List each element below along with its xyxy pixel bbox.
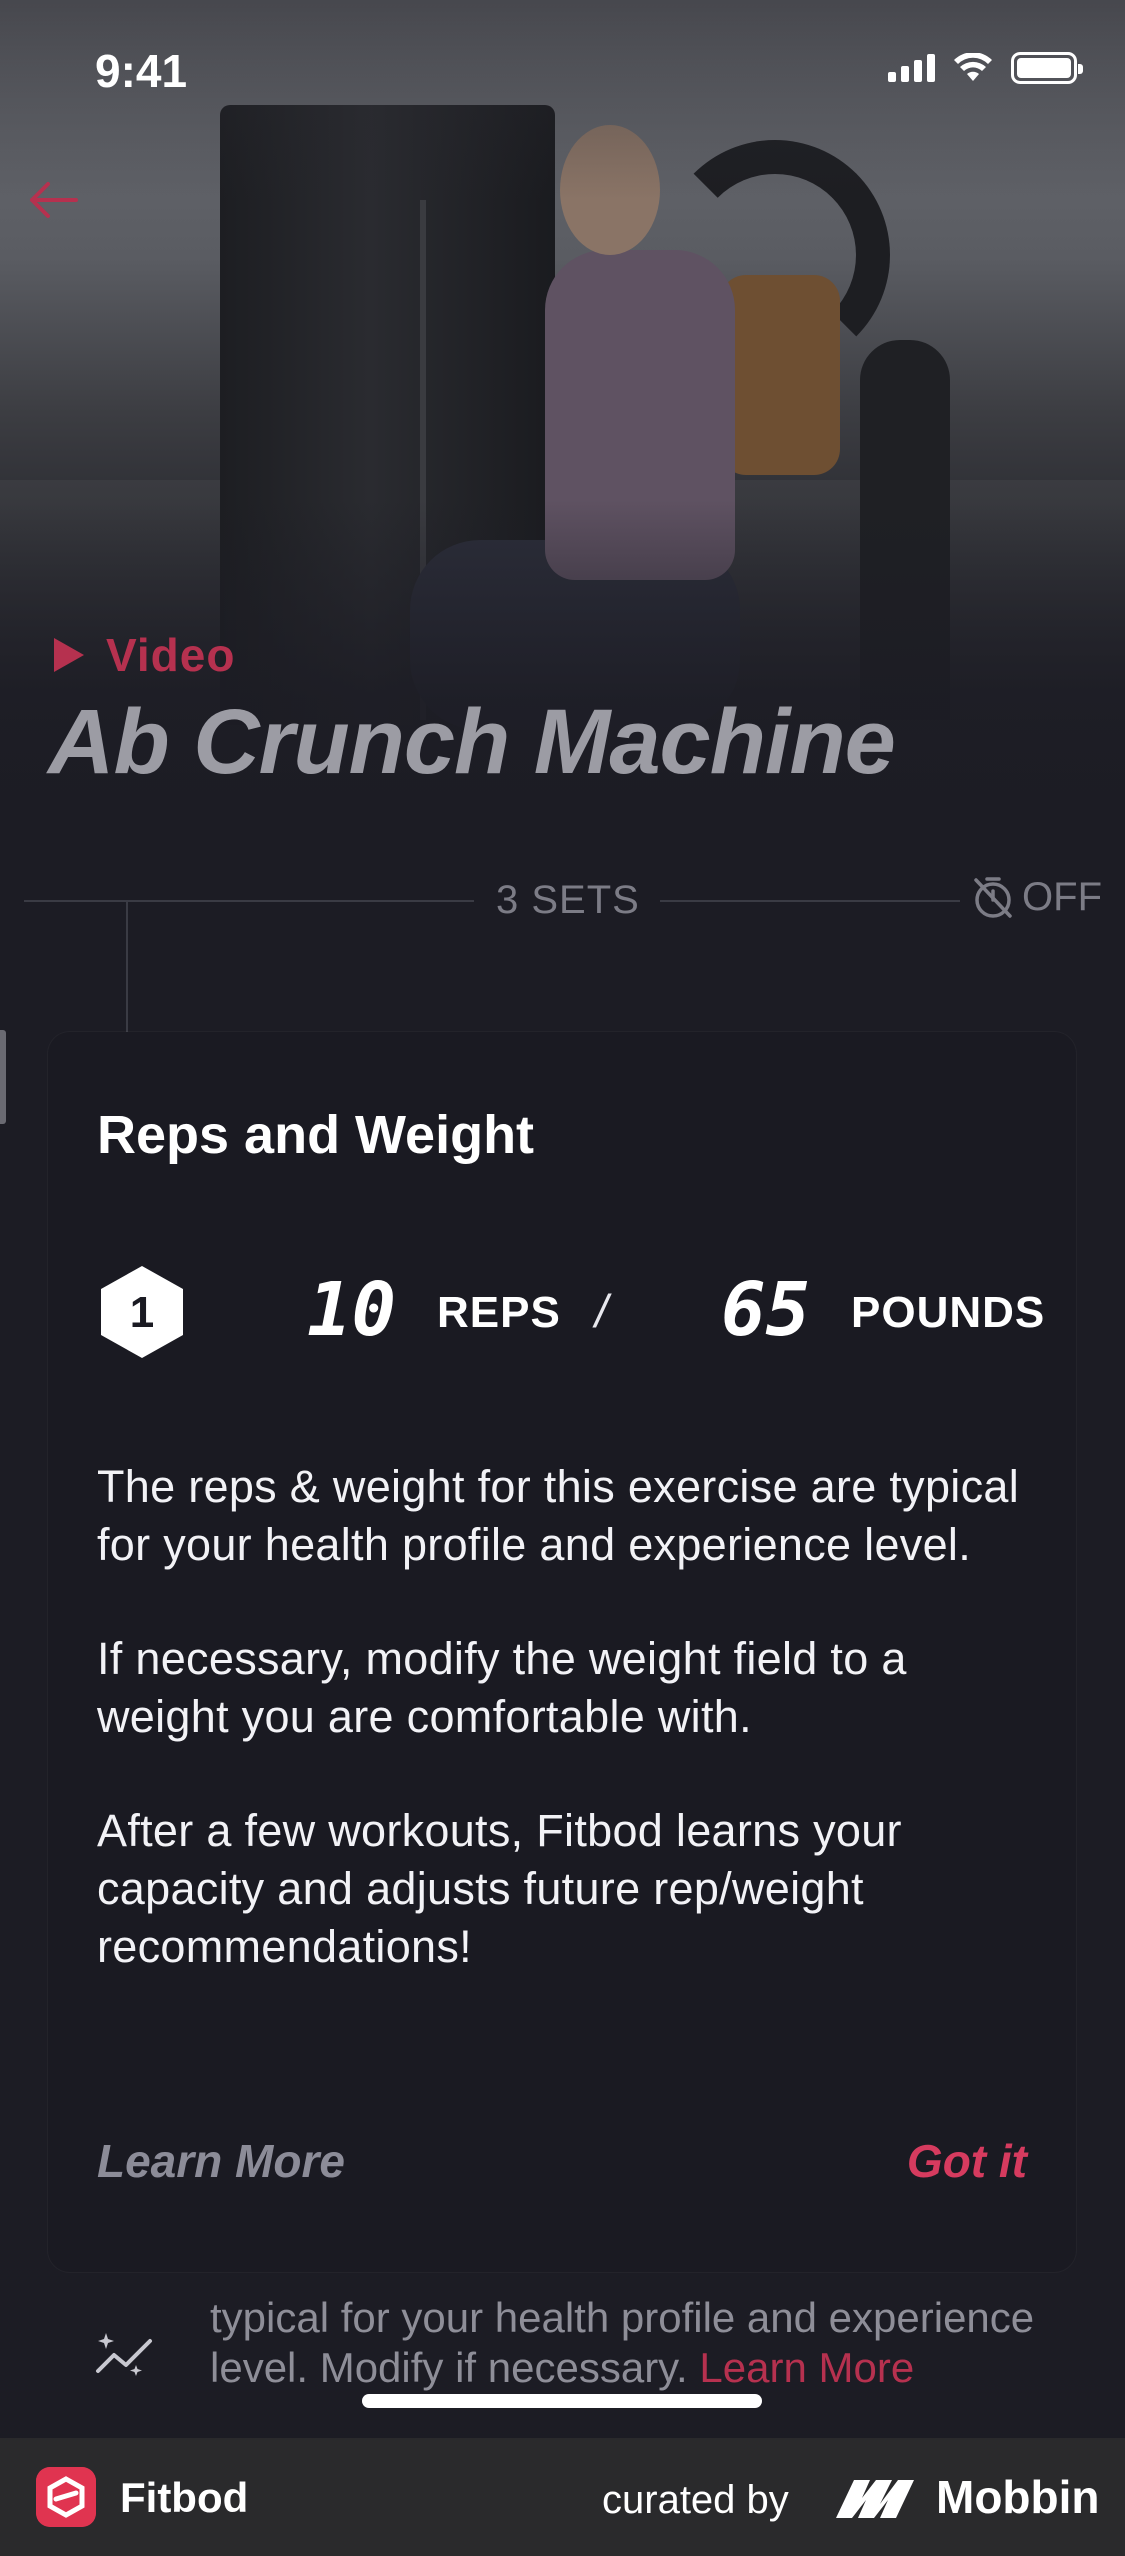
play-icon [54,638,84,672]
hero-top-fade [0,0,1125,200]
sets-row: 3 SETS OFF [24,870,1102,930]
reps-value: 10 [307,1267,397,1353]
tip-text: typical for your health profile and expe… [210,2293,1090,2393]
reps-weight-info-card: Reps and Weight 1 10 REPS / 65 POUNDS Th… [48,1032,1076,2272]
video-link[interactable]: Video [52,628,235,682]
timer-status: OFF [1022,874,1102,919]
tip-learn-more-link[interactable]: Learn More [699,2344,914,2391]
metric-separator: / [595,1285,608,1337]
fitbod-logo-icon [36,2467,96,2527]
sparkle-trend-icon [96,2333,152,2376]
home-indicator [362,2394,762,2408]
info-paragraph-1: The reps & weight for this exercise are … [97,1461,1019,1570]
machine-seat-pad [720,275,840,475]
left-edge-indicator [0,1030,6,1124]
reps-unit: REPS [437,1288,561,1337]
mobbin-brand-name: Mobbin [936,2471,1100,2523]
brand-footer: Fitbod curated by Mobbin [0,2438,1125,2556]
mobbin-logo-icon [836,2480,914,2518]
back-arrow-icon[interactable] [20,168,84,232]
sets-count: 3 SETS [496,878,640,922]
sets-divider-right [660,900,960,902]
got-it-button[interactable]: Got it [907,2134,1027,2188]
rest-timer-toggle[interactable]: OFF [970,874,1102,920]
card-title: Reps and Weight [97,1105,535,1165]
set-connector-line [126,900,128,1035]
wifi-icon [954,53,992,81]
info-paragraph-2: If necessary, modify the weight field to… [97,1633,907,1742]
recommendation-tip: typical for your health profile and expe… [0,2285,1125,2435]
video-label: Video [106,629,236,681]
exercise-video-thumbnail[interactable]: 9:41 Video Ab Crunch Machine [0,0,1125,860]
timer-off-icon [974,877,1012,918]
set-number-badge: 1 [101,1266,183,1358]
app-name: Fitbod [120,2474,249,2521]
weight-unit: POUNDS [851,1288,1046,1337]
battery-icon [1011,52,1083,84]
exercise-title: Ab Crunch Machine [48,691,896,793]
cellular-signal-icon [888,54,935,82]
set-number: 1 [130,1288,154,1337]
curated-by-label: curated by [602,2478,789,2522]
learn-more-button[interactable]: Learn More [97,2134,345,2188]
set-metrics-row: 1 10 REPS / 65 POUNDS [97,1262,1044,1362]
status-icons [888,52,1083,84]
weight-value: 65 [721,1267,811,1353]
status-time: 9:41 [95,45,188,97]
sets-divider-left [24,900,474,902]
info-paragraph-3: After a few workouts, Fitbod learns your… [97,1805,902,1972]
